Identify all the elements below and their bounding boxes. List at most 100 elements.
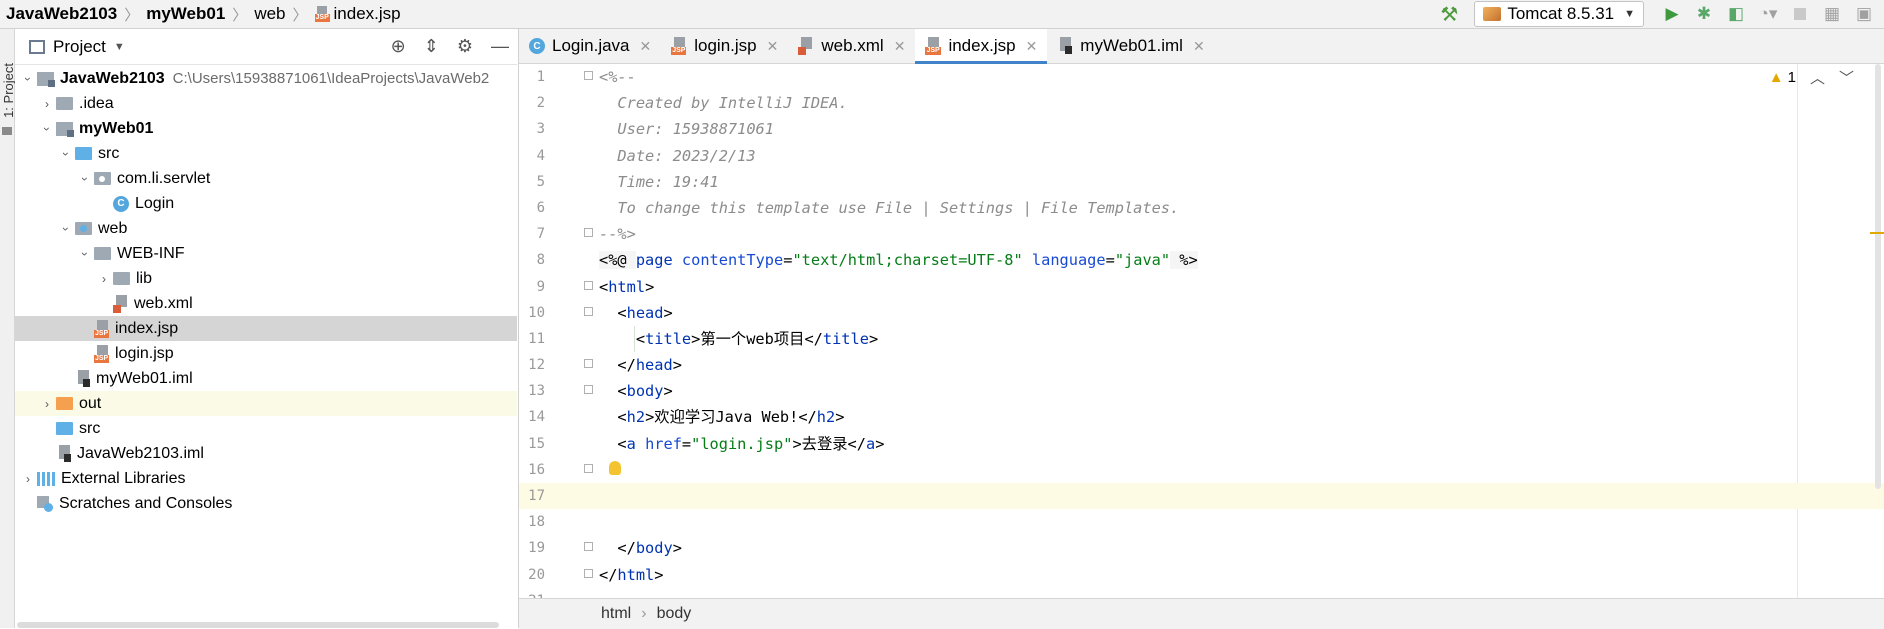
project-structure-icon[interactable]: ▦ xyxy=(1820,2,1844,26)
code-line[interactable]: 12 </head> xyxy=(519,352,1884,378)
chevron-down-icon[interactable]: ▼ xyxy=(114,41,125,53)
code-line[interactable]: 8 <%@ page contentType = "text/html;charset… xyxy=(519,247,1884,273)
fold-marker-icon[interactable] xyxy=(584,228,593,238)
stop-button[interactable] xyxy=(1788,2,1812,26)
fold-marker-icon[interactable] xyxy=(584,568,593,578)
tree-item-label: Login xyxy=(135,194,175,212)
editor-breadcrumb-html[interactable]: html xyxy=(601,605,631,623)
chevron-down-icon[interactable]: ﹀ xyxy=(1839,67,1854,88)
tree-item[interactable]: › WEB-INF xyxy=(15,241,517,266)
expand-arrow-icon[interactable]: › xyxy=(78,245,92,263)
warning-stripe-mark[interactable] xyxy=(1870,232,1884,234)
close-tab-icon[interactable]: ✕ xyxy=(640,38,652,55)
project-view-selector[interactable]: Project xyxy=(53,37,106,57)
editor-tab[interactable]: web.xml ✕ xyxy=(788,29,915,63)
editor-tab[interactable]: index.jsp ✕ xyxy=(915,29,1048,64)
fold-marker-icon[interactable] xyxy=(584,306,593,316)
profile-icon[interactable]: ◔▾ xyxy=(1756,2,1780,26)
tree-item[interactable]: Scratches and Consoles xyxy=(15,491,517,516)
code-line[interactable]: 20 </html> xyxy=(519,562,1884,588)
breadcrumb-item-module[interactable]: myWeb01 xyxy=(146,4,225,24)
expand-arrow-icon[interactable]: › xyxy=(38,97,56,111)
tree-item[interactable]: JavaWeb2103.iml xyxy=(15,441,517,466)
fold-marker-icon[interactable] xyxy=(584,463,593,473)
code-line[interactable]: 15 <a href="login.jsp">去登录</a> xyxy=(519,431,1884,457)
code-line[interactable]: 9 <html> xyxy=(519,274,1884,300)
tree-item[interactable]: web.xml xyxy=(15,291,517,316)
breadcrumb-item-folder[interactable]: web xyxy=(254,4,285,24)
expand-arrow-icon[interactable]: › xyxy=(19,472,37,486)
tree-item[interactable]: myWeb01.iml xyxy=(15,366,517,391)
code-line[interactable]: 7 --%> xyxy=(519,221,1884,247)
close-tab-icon[interactable]: ✕ xyxy=(767,38,779,55)
inspection-widget[interactable]: ▲ 1 ︿ ﹀ xyxy=(1769,64,1854,90)
close-tab-icon[interactable]: ✕ xyxy=(1193,38,1205,55)
code-line[interactable]: 14 <h2>欢迎学习Java Web!</h2> xyxy=(519,404,1884,430)
close-tab-icon[interactable]: ✕ xyxy=(894,38,906,55)
code-line[interactable]: 6 To change this template use File | Set… xyxy=(519,195,1884,221)
tree-item[interactable]: › External Libraries xyxy=(15,466,517,491)
tree-item[interactable]: › .idea xyxy=(15,91,517,116)
tree-item[interactable]: › out xyxy=(15,391,517,416)
run-configuration-select[interactable]: Tomcat 8.5.31 ▼ xyxy=(1474,1,1644,27)
editor-tab[interactable]: myWeb01.iml ✕ xyxy=(1047,29,1214,63)
close-tab-icon[interactable]: ✕ xyxy=(1026,38,1038,55)
debug-bug-icon[interactable]: ✱ xyxy=(1692,2,1716,26)
hide-minus-icon[interactable]: — xyxy=(491,36,509,57)
expand-arrow-icon[interactable]: › xyxy=(21,70,35,88)
collapse-all-icon[interactable]: ⇕ xyxy=(424,36,439,57)
editor-tab[interactable]: C Login.java ✕ xyxy=(519,29,661,63)
vertical-scrollbar[interactable] xyxy=(1875,64,1881,489)
intention-bulb-icon[interactable] xyxy=(609,460,621,475)
code-line[interactable]: 17 xyxy=(519,483,1884,510)
expand-arrow-icon[interactable]: › xyxy=(38,397,56,411)
editor-breadcrumb-body[interactable]: body xyxy=(657,605,692,623)
editor-tab[interactable]: login.jsp ✕ xyxy=(661,29,788,63)
code-line[interactable]: 11 <title>第一个web项目</title> xyxy=(519,325,1884,352)
code-line[interactable]: 13 <body> xyxy=(519,378,1884,404)
fold-marker-icon[interactable] xyxy=(584,542,593,552)
locate-target-icon[interactable]: ⊕ xyxy=(391,36,406,57)
fold-marker-icon[interactable] xyxy=(584,385,593,395)
tree-item[interactable]: › web xyxy=(15,216,517,241)
terminal-icon[interactable]: ▣ xyxy=(1852,2,1876,26)
tree-item[interactable]: › src xyxy=(15,141,517,166)
code-line[interactable]: 4 Date: 2023/2/13 xyxy=(519,143,1884,169)
tree-item[interactable]: › myWeb01 xyxy=(15,116,517,141)
fold-marker-icon[interactable] xyxy=(584,71,593,80)
tree-item[interactable]: › JavaWeb2103 C:\Users\15938871061\IdeaPro… xyxy=(15,66,517,91)
expand-arrow-icon[interactable]: › xyxy=(95,272,113,286)
run-play-icon[interactable]: ▶ xyxy=(1660,2,1684,26)
code-editor[interactable]: 1 <%-- 2 Created by IntelliJ IDEA. 3 User: … xyxy=(519,64,1884,598)
code-line[interactable]: 3 User: 15938871061 xyxy=(519,116,1884,142)
breadcrumb-item-project[interactable]: JavaWeb2103 xyxy=(6,4,117,24)
fold-marker-icon[interactable] xyxy=(584,359,593,369)
expand-arrow-icon[interactable]: › xyxy=(78,170,92,188)
build-hammer-icon[interactable]: ⚒ xyxy=(1440,2,1458,27)
code-line[interactable]: 16 xyxy=(519,457,1884,483)
gear-icon[interactable]: ⚙ xyxy=(457,36,473,57)
code-line[interactable]: 19 </body> xyxy=(519,535,1884,561)
expand-arrow-icon[interactable]: › xyxy=(59,220,73,238)
code-line[interactable]: 1 <%-- xyxy=(519,64,1884,90)
tree-item[interactable]: › lib xyxy=(15,266,517,291)
expand-arrow-icon[interactable]: › xyxy=(59,145,73,163)
fold-marker-icon[interactable] xyxy=(584,280,593,290)
code-line[interactable]: 5 Time: 19:41 xyxy=(519,169,1884,195)
tree-item[interactable]: login.jsp xyxy=(15,341,517,366)
code-line[interactable]: 18 xyxy=(519,509,1884,535)
project-tool-window-button[interactable]: 1: Project xyxy=(1,63,16,118)
tree-item[interactable]: src xyxy=(15,416,517,441)
code-line[interactable]: 2 Created by IntelliJ IDEA. xyxy=(519,90,1884,116)
breadcrumb-item-file[interactable]: index.jsp xyxy=(314,4,401,24)
code-token: contentType xyxy=(681,251,784,270)
chevron-up-icon[interactable]: ︿ xyxy=(1810,67,1825,88)
code-line[interactable]: 10 <head> xyxy=(519,300,1884,326)
horizontal-scrollbar[interactable] xyxy=(17,622,499,628)
run-with-coverage-icon[interactable]: ◧ xyxy=(1724,2,1748,26)
tree-item[interactable]: C Login xyxy=(15,191,517,216)
tree-item[interactable]: › com.li.servlet xyxy=(15,166,517,191)
tree-item[interactable]: index.jsp xyxy=(15,316,517,341)
expand-arrow-icon[interactable]: › xyxy=(40,120,54,138)
code-line[interactable]: 21 xyxy=(519,588,1884,598)
